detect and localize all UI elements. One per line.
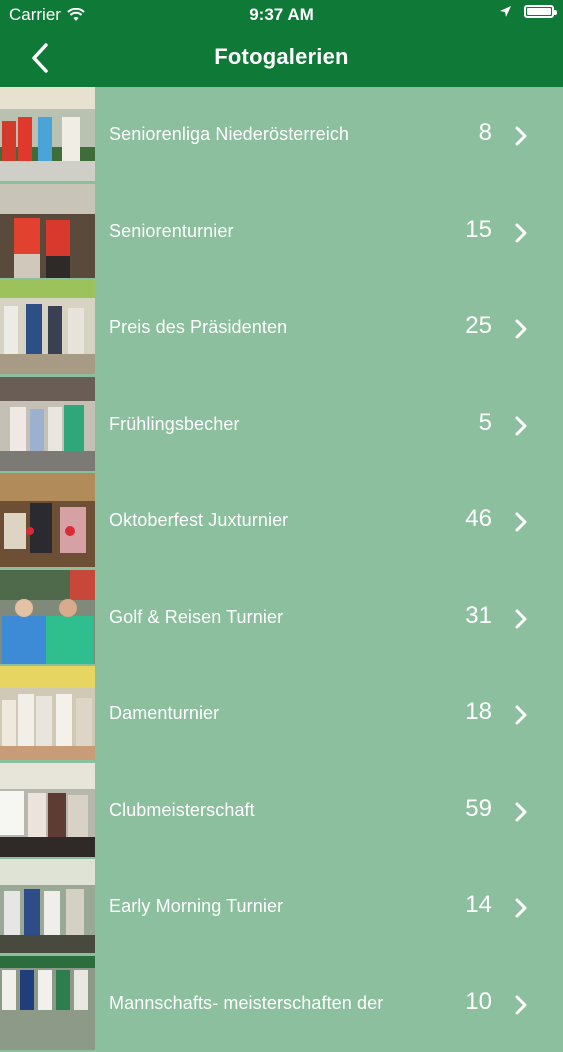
gallery-title: Damenturnier (109, 703, 219, 724)
gallery-thumbnail (0, 377, 95, 471)
gallery-row[interactable]: Damenturnier 18 (0, 666, 563, 763)
gallery-thumbnail (0, 473, 95, 567)
gallery-title: Seniorenliga Niederösterreich (109, 124, 349, 145)
photo-count: 8 (479, 119, 492, 147)
gallery-thumbnail (0, 666, 95, 760)
gallery-thumbnail (0, 859, 95, 953)
chevron-right-icon (514, 222, 528, 244)
photo-count: 14 (465, 891, 492, 919)
gallery-title: Oktoberfest Juxturnier (109, 510, 288, 531)
gallery-title: Early Morning Turnier (109, 896, 283, 917)
gallery-thumbnail (0, 570, 95, 664)
gallery-title: Preis des Präsidenten (109, 317, 287, 338)
photo-count: 15 (465, 216, 492, 244)
gallery-title: Clubmeisterschaft (109, 800, 255, 821)
location-arrow-icon (499, 5, 512, 18)
navigation-bar: Fotogalerien (0, 30, 563, 87)
gallery-row[interactable]: Seniorenliga Niederösterreich 8 (0, 87, 563, 184)
status-bar: Carrier 9:37 AM (0, 0, 563, 30)
gallery-thumbnail (0, 956, 95, 1050)
status-right (499, 5, 554, 18)
chevron-right-icon (514, 318, 528, 340)
chevron-right-icon (514, 801, 528, 823)
chevron-right-icon (514, 511, 528, 533)
gallery-thumbnail (0, 280, 95, 374)
gallery-row[interactable]: Preis des Präsidenten 25 (0, 280, 563, 377)
status-time: 9:37 AM (0, 5, 563, 25)
photo-count: 31 (465, 602, 492, 630)
gallery-row[interactable]: Golf & Reisen Turnier 31 (0, 570, 563, 667)
photo-count: 18 (465, 698, 492, 726)
gallery-row[interactable]: Mannschafts- meisterschaften der 10 (0, 956, 563, 1052)
photo-count: 59 (465, 795, 492, 823)
chevron-right-icon (514, 704, 528, 726)
chevron-right-icon (514, 608, 528, 630)
gallery-title: Golf & Reisen Turnier (109, 607, 283, 628)
page-title: Fotogalerien (0, 44, 563, 70)
chevron-right-icon (514, 415, 528, 437)
gallery-row[interactable]: Early Morning Turnier 14 (0, 859, 563, 956)
gallery-title: Frühlingsbecher (109, 414, 240, 435)
photo-count: 25 (465, 312, 492, 340)
photo-count: 10 (465, 988, 492, 1016)
chevron-right-icon (514, 994, 528, 1016)
gallery-thumbnail (0, 184, 95, 278)
gallery-thumbnail (0, 763, 95, 857)
photo-count: 5 (479, 409, 492, 437)
gallery-list: Seniorenliga Niederösterreich 8 Senioren… (0, 87, 563, 1052)
gallery-row[interactable]: Clubmeisterschaft 59 (0, 763, 563, 860)
gallery-thumbnail (0, 87, 95, 181)
gallery-row[interactable]: Frühlingsbecher 5 (0, 377, 563, 474)
gallery-row[interactable]: Oktoberfest Juxturnier 46 (0, 473, 563, 570)
gallery-row[interactable]: Seniorenturnier 15 (0, 184, 563, 281)
chevron-right-icon (514, 897, 528, 919)
gallery-title: Mannschafts- meisterschaften der (109, 993, 383, 1014)
chevron-right-icon (514, 125, 528, 147)
photo-count: 46 (465, 505, 492, 533)
battery-icon (524, 5, 554, 18)
gallery-title: Seniorenturnier (109, 221, 234, 242)
